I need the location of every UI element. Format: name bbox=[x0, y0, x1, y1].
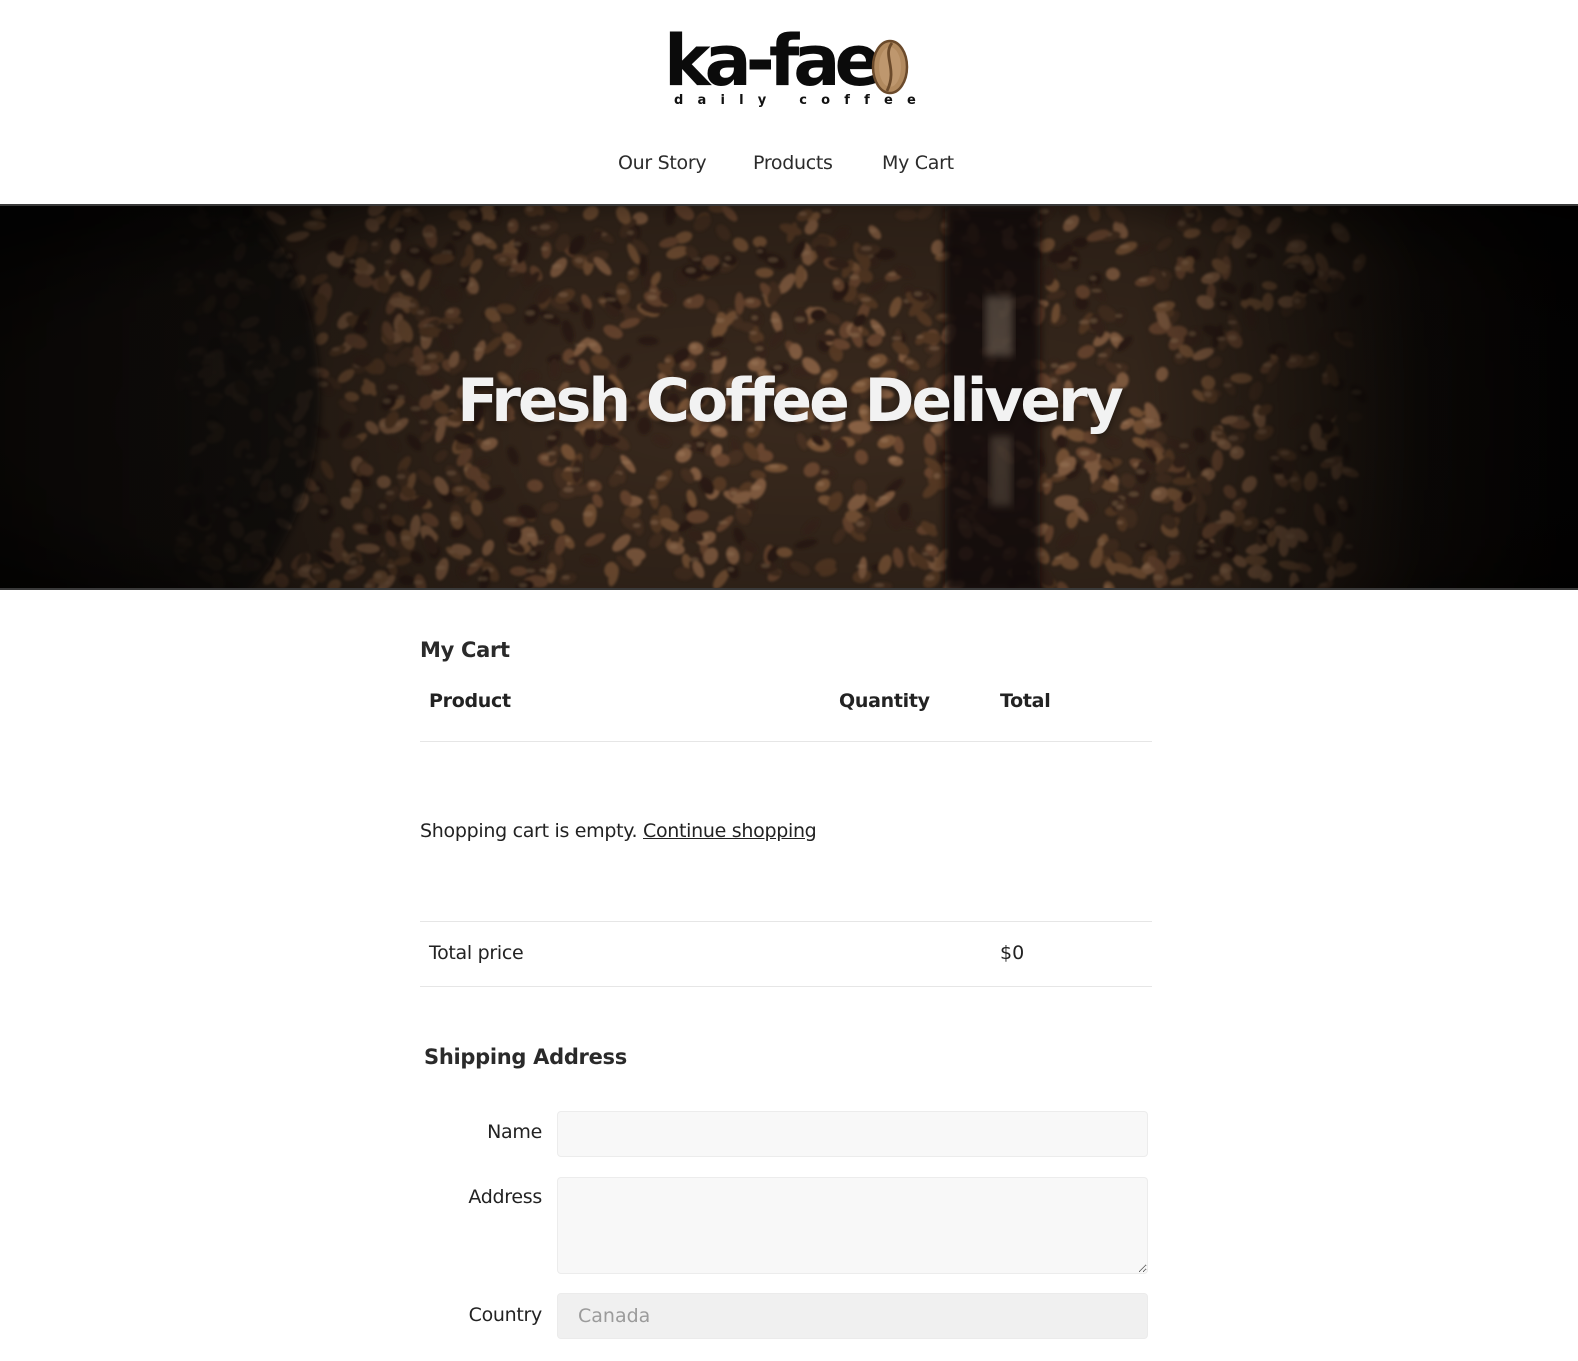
name-label: Name bbox=[487, 1121, 542, 1143]
nav-our-story-link[interactable]: Our Story bbox=[618, 152, 707, 174]
address-field[interactable] bbox=[557, 1177, 1148, 1274]
country-field[interactable] bbox=[557, 1293, 1148, 1339]
table-divider bbox=[420, 986, 1152, 987]
hero-title: Fresh Coffee Delivery bbox=[457, 366, 1124, 436]
site-header: ka-fae daily coffee Our Story Products M… bbox=[0, 0, 1578, 205]
total-price-value: $0 bbox=[1000, 942, 1025, 964]
column-header-product: Product bbox=[429, 690, 511, 712]
continue-shopping-link[interactable]: Continue shopping bbox=[643, 820, 817, 842]
table-divider bbox=[420, 741, 1152, 742]
nav-products-link[interactable]: Products bbox=[753, 152, 833, 174]
column-header-total: Total bbox=[1000, 690, 1051, 712]
coffee-bean-icon bbox=[871, 39, 909, 95]
logo-wordmark: ka-fae bbox=[664, 20, 882, 102]
country-label: Country bbox=[468, 1304, 543, 1326]
total-price-label: Total price bbox=[429, 942, 524, 964]
shipping-heading: Shipping Address bbox=[424, 1045, 627, 1069]
nav-my-cart-link[interactable]: My Cart bbox=[882, 152, 954, 174]
address-label: Address bbox=[468, 1186, 542, 1208]
cart-heading: My Cart bbox=[420, 638, 510, 662]
name-field[interactable] bbox=[557, 1111, 1148, 1157]
cart-empty-message: Shopping cart is empty. bbox=[420, 820, 638, 842]
hero-banner: Fresh Coffee Delivery bbox=[0, 204, 1578, 590]
column-header-quantity: Quantity bbox=[839, 690, 930, 712]
site-logo[interactable]: ka-fae daily coffee bbox=[664, 20, 916, 114]
table-divider bbox=[420, 921, 1152, 922]
main-nav: Our Story Products My Cart bbox=[0, 152, 1578, 182]
